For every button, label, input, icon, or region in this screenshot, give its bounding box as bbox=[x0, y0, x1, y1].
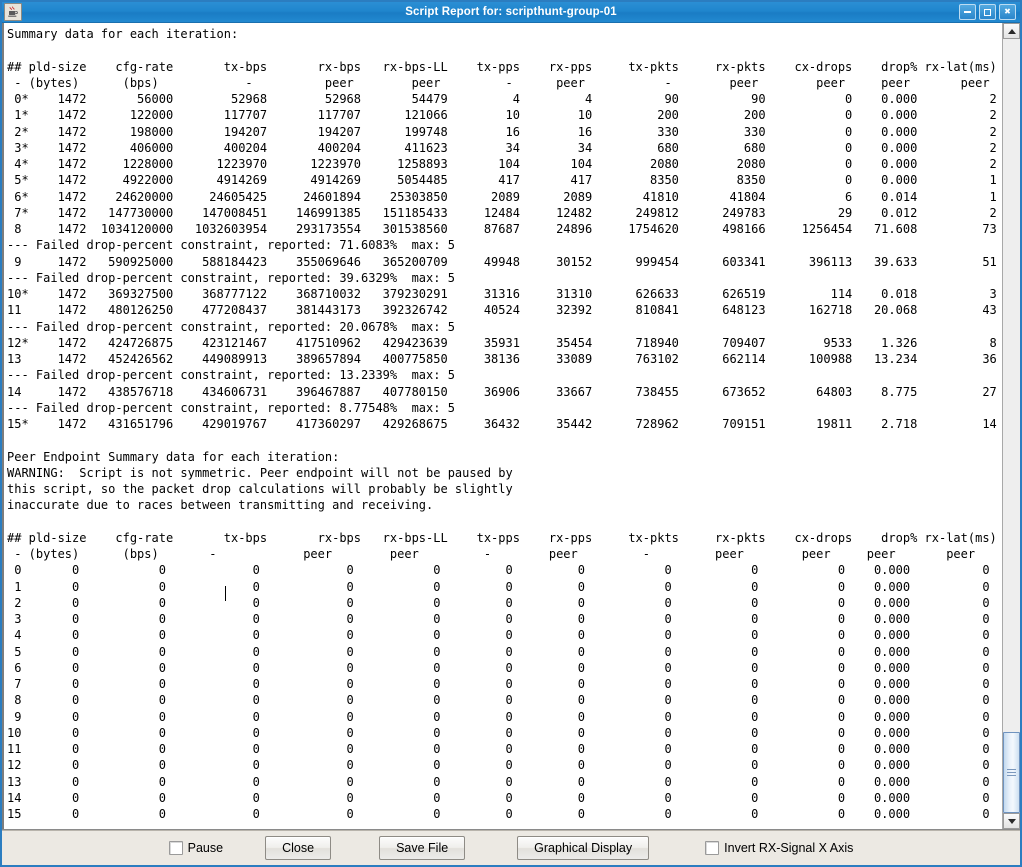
report-content-area: Summary data for each iteration: ## pld-… bbox=[2, 23, 1020, 830]
window-titlebar[interactable]: Script Report for: scripthunt-group-01 ✖ bbox=[2, 2, 1020, 23]
warning-line: inaccurate due to races between transmit… bbox=[7, 498, 434, 513]
scroll-up-arrow-icon[interactable] bbox=[1003, 23, 1020, 39]
scrollbar-track[interactable] bbox=[1003, 39, 1020, 813]
window-title: Script Report for: scripthunt-group-01 bbox=[405, 6, 617, 18]
main-table-row: 14 1472 438576718 434606731 396467887 40… bbox=[7, 384, 997, 399]
scroll-down-arrow-icon[interactable] bbox=[1003, 813, 1020, 829]
vertical-scrollbar[interactable] bbox=[1002, 23, 1020, 829]
constraint-failure-message: --- Failed drop-percent constraint, repo… bbox=[7, 270, 455, 285]
constraint-failure-message: --- Failed drop-percent constraint, repo… bbox=[7, 238, 455, 253]
report-text: Summary data for each iteration: ## pld-… bbox=[4, 23, 1002, 829]
peer-table-row: 7 0 0 0 0 0 0 0 0 0 0 0.000 0 bbox=[7, 677, 990, 691]
main-table-row: 7* 1472 147730000 147008451 146991385 15… bbox=[7, 205, 997, 220]
main-table-row: 0* 1472 56000 52968 52968 54479 4 4 90 9… bbox=[7, 92, 997, 106]
report-line-intro: Summary data for each iteration: bbox=[7, 27, 239, 41]
save-file-button[interactable]: Save File bbox=[379, 836, 466, 860]
peer-table-row: 3 0 0 0 0 0 0 0 0 0 0 0.000 0 bbox=[7, 612, 990, 626]
main-table-row: 12* 1472 424726875 423121467 417510962 4… bbox=[7, 335, 997, 350]
close-icon[interactable]: ✖ bbox=[999, 4, 1016, 20]
main-table-row: 2* 1472 198000 194207 194207 199748 16 1… bbox=[7, 124, 997, 139]
main-table-row: 8 1472 1034120000 1032603954 293173554 3… bbox=[7, 222, 997, 236]
text-caret bbox=[225, 586, 226, 601]
peer-table-row: 9 0 0 0 0 0 0 0 0 0 0 0.000 0 bbox=[7, 709, 990, 724]
invert-axis-checkbox-item[interactable]: Invert RX-Signal X Axis bbox=[705, 841, 853, 855]
peer-table-row: 12 0 0 0 0 0 0 0 0 0 0 0.000 0 bbox=[7, 758, 990, 773]
peer-section-title: Peer Endpoint Summary data for each iter… bbox=[7, 449, 340, 464]
script-report-window: Script Report for: scripthunt-group-01 ✖… bbox=[0, 0, 1022, 867]
close-button[interactable]: Close bbox=[265, 836, 332, 860]
maximize-button[interactable] bbox=[979, 4, 996, 20]
peer-table-row: 11 0 0 0 0 0 0 0 0 0 0 0.000 0 bbox=[7, 742, 990, 756]
minimize-button[interactable] bbox=[959, 4, 976, 20]
main-table-row: 9 1472 590925000 588184423 355069646 365… bbox=[7, 254, 997, 269]
warning-line: WARNING: Script is not symmetric. Peer e… bbox=[7, 465, 513, 480]
pause-label: Pause bbox=[187, 841, 224, 855]
peer-table-row: 1 0 0 0 0 0 0 0 0 0 0 0.000 0 bbox=[7, 579, 990, 594]
main-table-row: 13 1472 452426562 449089913 389657894 40… bbox=[7, 352, 997, 366]
bottom-toolbar: Pause Close Save File Graphical Display … bbox=[2, 830, 1020, 865]
pause-checkbox-item[interactable]: Pause bbox=[168, 841, 224, 855]
graphical-display-button[interactable]: Graphical Display bbox=[517, 836, 650, 860]
main-table-row: 10* 1472 369327500 368777122 368710032 3… bbox=[7, 287, 997, 301]
main-table-row: 15* 1472 431651796 429019767 417360297 4… bbox=[7, 417, 997, 431]
main-table-row: 11 1472 480126250 477208437 381443173 39… bbox=[7, 303, 997, 318]
main-table-row: 6* 1472 24620000 24605425 24601894 25303… bbox=[7, 189, 997, 204]
warning-line: this script, so the packet drop calculat… bbox=[7, 482, 513, 496]
main-table-row: 1* 1472 122000 117707 117707 121066 10 1… bbox=[7, 108, 997, 123]
peer-table-header-row-2: - (bytes) (bps) - peer peer - peer - pee… bbox=[7, 547, 976, 561]
peer-table-row: 15 0 0 0 0 0 0 0 0 0 0 0.000 0 bbox=[7, 807, 990, 821]
main-table-header-row-1: ## pld-size cfg-rate tx-bps rx-bps rx-bp… bbox=[7, 59, 997, 74]
java-coffee-cup-icon bbox=[4, 3, 22, 21]
report-text-area[interactable]: Summary data for each iteration: ## pld-… bbox=[2, 23, 1002, 829]
main-table-row: 5* 1472 4922000 4914269 4914269 5054485 … bbox=[7, 173, 997, 188]
peer-table-row: 8 0 0 0 0 0 0 0 0 0 0 0.000 0 bbox=[7, 693, 990, 708]
window-controls: ✖ bbox=[959, 4, 1020, 20]
pause-checkbox[interactable] bbox=[168, 841, 183, 855]
peer-table-row: 4 0 0 0 0 0 0 0 0 0 0 0.000 0 bbox=[7, 628, 990, 643]
constraint-failure-message: --- Failed drop-percent constraint, repo… bbox=[7, 319, 455, 334]
peer-table-header-row-1: ## pld-size cfg-rate tx-bps rx-bps rx-bp… bbox=[7, 530, 997, 545]
constraint-failure-message: --- Failed drop-percent constraint, repo… bbox=[7, 368, 455, 383]
peer-table-row: 0 0 0 0 0 0 0 0 0 0 0 0.000 0 bbox=[7, 563, 990, 578]
invert-axis-checkbox[interactable] bbox=[705, 841, 720, 855]
main-table-header-row-2: - (bytes) (bps) - peer peer - peer - pee… bbox=[7, 75, 990, 90]
peer-table-row: 13 0 0 0 0 0 0 0 0 0 0 0.000 0 bbox=[7, 774, 990, 789]
main-table-row: 4* 1472 1228000 1223970 1223970 1258893 … bbox=[7, 157, 997, 171]
peer-table-row: 5 0 0 0 0 0 0 0 0 0 0 0.000 0 bbox=[7, 644, 990, 659]
invert-axis-label: Invert RX-Signal X Axis bbox=[724, 841, 854, 855]
peer-table-row: 10 0 0 0 0 0 0 0 0 0 0 0.000 0 bbox=[7, 725, 990, 740]
peer-table-row: 14 0 0 0 0 0 0 0 0 0 0 0.000 0 bbox=[7, 790, 990, 805]
scrollbar-grip-icon bbox=[1007, 767, 1016, 778]
scrollbar-thumb[interactable] bbox=[1003, 731, 1020, 813]
peer-table-row: 2 0 0 0 0 0 0 0 0 0 0 0.000 0 bbox=[7, 595, 990, 610]
main-table-row: 3* 1472 406000 400204 400204 411623 34 3… bbox=[7, 140, 997, 155]
constraint-failure-message: --- Failed drop-percent constraint, repo… bbox=[7, 400, 455, 415]
peer-table-row: 6 0 0 0 0 0 0 0 0 0 0 0.000 0 bbox=[7, 660, 990, 675]
